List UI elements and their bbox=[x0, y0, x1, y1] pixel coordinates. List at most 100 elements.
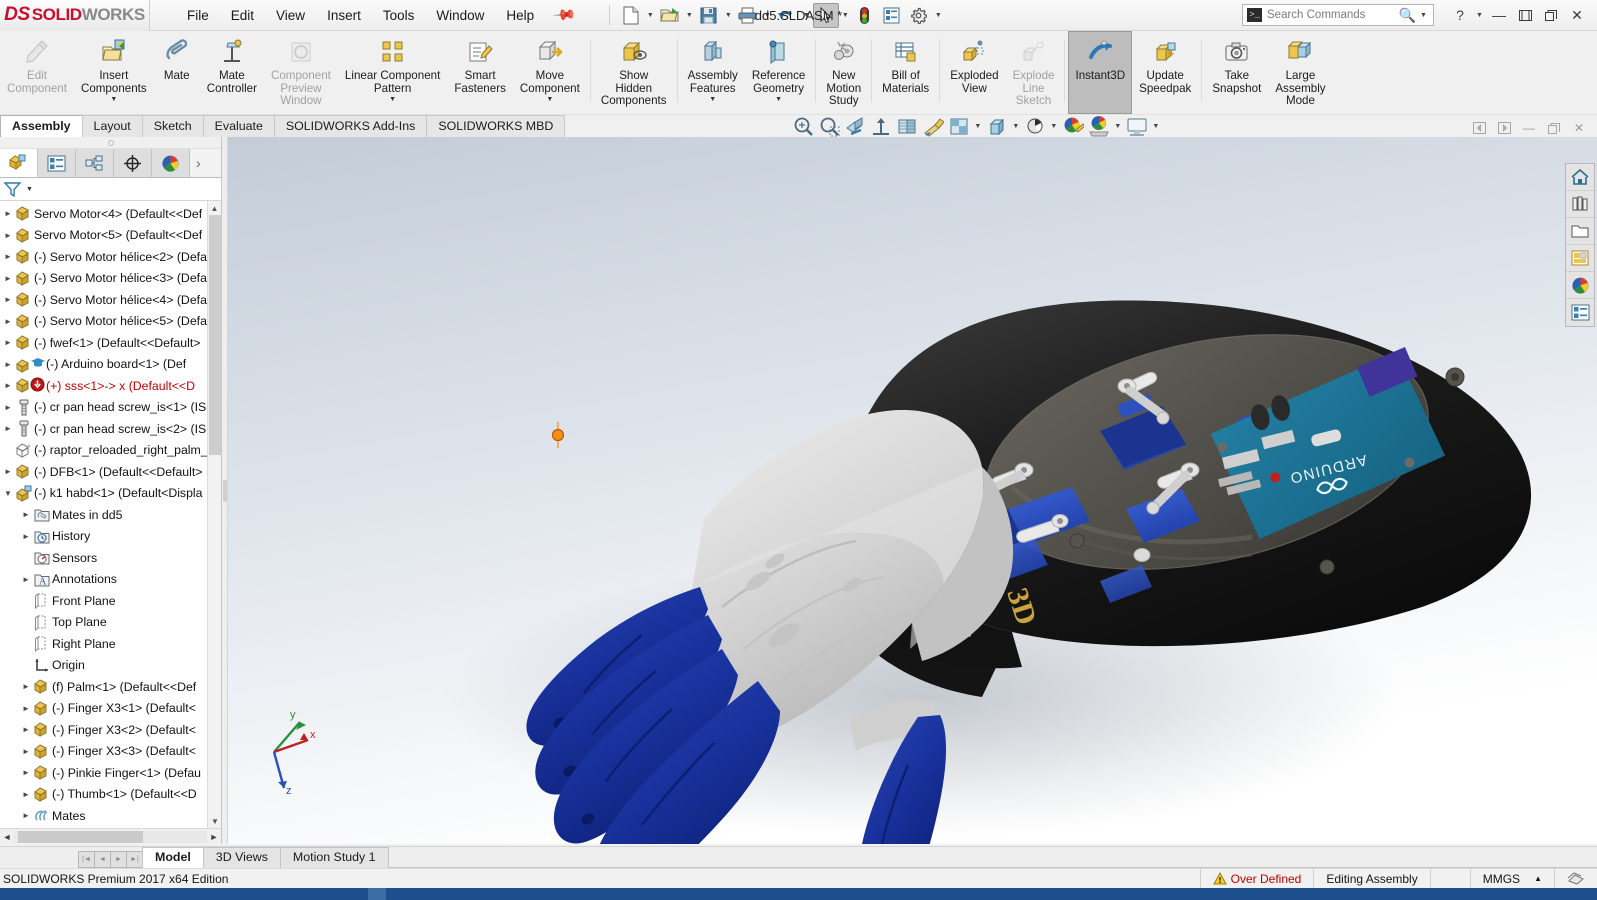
apply-scene-icon[interactable] bbox=[920, 116, 945, 137]
twisty-collapsed-icon[interactable]: ► bbox=[2, 317, 14, 326]
tree-node[interactable]: ► (-) Servo Motor hélice<5> (Defa bbox=[0, 311, 221, 333]
tree-node[interactable]: ► (-) Finger X3<1> (Default< bbox=[0, 698, 221, 720]
twisty-collapsed-icon[interactable]: ► bbox=[2, 381, 14, 390]
twisty-collapsed-icon[interactable]: ► bbox=[2, 274, 14, 283]
menu-view[interactable]: View bbox=[265, 5, 316, 26]
tree-node[interactable]: ► (-) Servo Motor hélice<2> (Defa bbox=[0, 246, 221, 268]
filter-dropdown-icon[interactable]: ▼ bbox=[26, 186, 33, 193]
twisty-collapsed-icon[interactable]: ► bbox=[20, 704, 32, 713]
next-icon[interactable]: ► bbox=[110, 851, 127, 868]
chevron-down-icon[interactable]: ▼ bbox=[775, 96, 782, 103]
tab-assembly[interactable]: Assembly bbox=[0, 115, 83, 137]
dimxpert-manager-tab[interactable] bbox=[114, 149, 152, 177]
ribbon-button-mate-controller[interactable]: Mate Controller bbox=[200, 31, 264, 114]
menu-file[interactable]: File bbox=[176, 5, 220, 26]
twisty-collapsed-icon[interactable]: ► bbox=[20, 790, 32, 799]
search-input[interactable]: Search Commands bbox=[1267, 9, 1399, 21]
save-button[interactable] bbox=[696, 3, 722, 28]
minimize-icon[interactable]: — bbox=[1487, 4, 1511, 26]
solidworks-logo[interactable]: DS SOLIDWORKS bbox=[0, 0, 150, 31]
panel-splitter[interactable] bbox=[0, 137, 221, 149]
appearances-scenes-icon[interactable] bbox=[1566, 272, 1594, 299]
twisty-collapsed-icon[interactable]: ► bbox=[2, 209, 14, 218]
twisty-collapsed-icon[interactable]: ► bbox=[2, 403, 14, 412]
appearances-icon[interactable] bbox=[1060, 116, 1085, 137]
tree-node[interactable]: ► (-) Finger X3<2> (Default< bbox=[0, 719, 221, 741]
custom-properties-icon[interactable] bbox=[1566, 299, 1594, 326]
file-explorer-icon[interactable] bbox=[1566, 218, 1594, 245]
file-properties-button[interactable] bbox=[879, 3, 905, 28]
menu-insert[interactable]: Insert bbox=[316, 5, 372, 26]
tree-node[interactable]: ► (-) Pinkie Finger<1> (Defau bbox=[0, 762, 221, 784]
previous-icon[interactable]: ◄ bbox=[94, 851, 111, 868]
help-button[interactable]: ? bbox=[1448, 4, 1472, 26]
select-tool-dropdown[interactable]: ▼ bbox=[840, 12, 851, 19]
tree-node[interactable]: ► Servo Motor<5> (Default<<Def bbox=[0, 225, 221, 247]
rebuild-button[interactable] bbox=[852, 3, 878, 28]
chevron-right-icon[interactable]: › bbox=[190, 149, 221, 177]
feature-tree[interactable]: ► Servo Motor<4> (Default<<Def ► Servo Moto… bbox=[0, 201, 221, 828]
hscroll-left-icon[interactable]: ◄ bbox=[0, 832, 14, 842]
twisty-collapsed-icon[interactable]: ► bbox=[2, 252, 14, 261]
view-orientation-icon[interactable] bbox=[868, 116, 893, 137]
tree-node[interactable]: ► A Annotations bbox=[0, 569, 221, 591]
twisty-collapsed-icon[interactable]: ► bbox=[20, 532, 32, 541]
menu-help[interactable]: Help bbox=[495, 5, 545, 26]
ribbon-button-move-component[interactable]: Move Component ▼ bbox=[513, 31, 587, 114]
tree-node[interactable]: ► (-) cr pan head screw_is<2> (IS bbox=[0, 418, 221, 440]
feature-manager-tab[interactable] bbox=[0, 149, 38, 177]
graphics-viewport[interactable]: ARDUINO Pioneer 3D bbox=[222, 137, 1597, 844]
display-manager-tab[interactable] bbox=[152, 149, 190, 177]
next-doc-icon[interactable] bbox=[1493, 119, 1515, 137]
overlay-icon[interactable] bbox=[1554, 868, 1597, 889]
twisty-expanded-icon[interactable]: ▼ bbox=[2, 489, 14, 498]
tab-solidworks-add-ins[interactable]: SOLIDWORKS Add-Ins bbox=[273, 115, 428, 137]
tree-node[interactable]: ► (+) sss<1>-> x (Default<<D bbox=[0, 375, 221, 397]
display-manager-icon[interactable] bbox=[1124, 116, 1149, 137]
bottom-tab-3d-views[interactable]: 3D Views bbox=[202, 847, 281, 868]
tree-node[interactable]: Top Plane bbox=[0, 612, 221, 634]
first-icon[interactable]: |◄ bbox=[78, 851, 95, 868]
hscroll-right-icon[interactable]: ► bbox=[207, 832, 221, 842]
tree-node[interactable]: ► (-) fwef<1> (Default<<Default> bbox=[0, 332, 221, 354]
tree-node[interactable]: ► Mates bbox=[0, 805, 221, 827]
tree-node[interactable]: (-) raptor_reloaded_right_palm_ bbox=[0, 440, 221, 462]
menu-tools[interactable]: Tools bbox=[372, 5, 426, 26]
tree-vertical-scrollbar[interactable]: ▲ ▼ bbox=[207, 201, 221, 828]
help-dropdown[interactable]: ▼ bbox=[1474, 12, 1485, 19]
chevron-down-icon[interactable]: ▼ bbox=[1010, 123, 1021, 130]
zoom-to-area-icon[interactable] bbox=[816, 116, 841, 137]
tree-node[interactable]: ► (-) Finger X3<3> (Default< bbox=[0, 741, 221, 763]
open-document-dropdown[interactable]: ▼ bbox=[684, 12, 695, 19]
search-commands-box[interactable]: >_ Search Commands 🔍 ▼ bbox=[1242, 4, 1434, 26]
ribbon-button-mate[interactable]: Mate bbox=[154, 31, 200, 114]
property-manager-tab[interactable] bbox=[38, 149, 76, 177]
close-icon[interactable]: ✕ bbox=[1565, 4, 1589, 26]
new-document-dropdown[interactable]: ▼ bbox=[645, 12, 656, 19]
view-palette-icon[interactable] bbox=[1566, 245, 1594, 272]
twisty-collapsed-icon[interactable]: ► bbox=[20, 510, 32, 519]
restore-icon[interactable] bbox=[1513, 4, 1537, 26]
chevron-down-icon[interactable]: ▼ bbox=[1150, 123, 1161, 130]
tree-node[interactable]: ► History bbox=[0, 526, 221, 548]
scroll-thumb[interactable] bbox=[209, 215, 221, 455]
scene-icon[interactable] bbox=[1086, 116, 1111, 137]
tree-node[interactable]: Origin bbox=[0, 655, 221, 677]
twisty-collapsed-icon[interactable]: ► bbox=[2, 467, 14, 476]
maximize-icon[interactable] bbox=[1539, 4, 1563, 26]
configuration-manager-tab[interactable] bbox=[76, 149, 114, 177]
chevron-down-icon[interactable]: ▼ bbox=[1048, 123, 1059, 130]
ribbon-button-assembly-features[interactable]: Assembly Features ▼ bbox=[681, 31, 745, 114]
twisty-collapsed-icon[interactable]: ► bbox=[2, 295, 14, 304]
home-icon[interactable] bbox=[1566, 164, 1594, 191]
tree-node[interactable]: ► (-) DFB<1> (Default<<Default> bbox=[0, 461, 221, 483]
ribbon-button-insert-components[interactable]: Insert Components ▼ bbox=[74, 31, 154, 114]
tree-node[interactable]: ► (-) Servo Motor hélice<3> (Defa bbox=[0, 268, 221, 290]
zoom-to-fit-icon[interactable] bbox=[790, 116, 815, 137]
tree-node[interactable]: ► (-) cr pan head screw_is<1> (IS bbox=[0, 397, 221, 419]
ribbon-button-new-motion-study[interactable]: New Motion Study bbox=[819, 31, 868, 114]
pushpin-icon[interactable]: 📌 bbox=[552, 2, 578, 28]
tab-evaluate[interactable]: Evaluate bbox=[202, 115, 275, 137]
tree-node[interactable]: Right Plane bbox=[0, 633, 221, 655]
tree-node[interactable]: Sensors bbox=[0, 547, 221, 569]
